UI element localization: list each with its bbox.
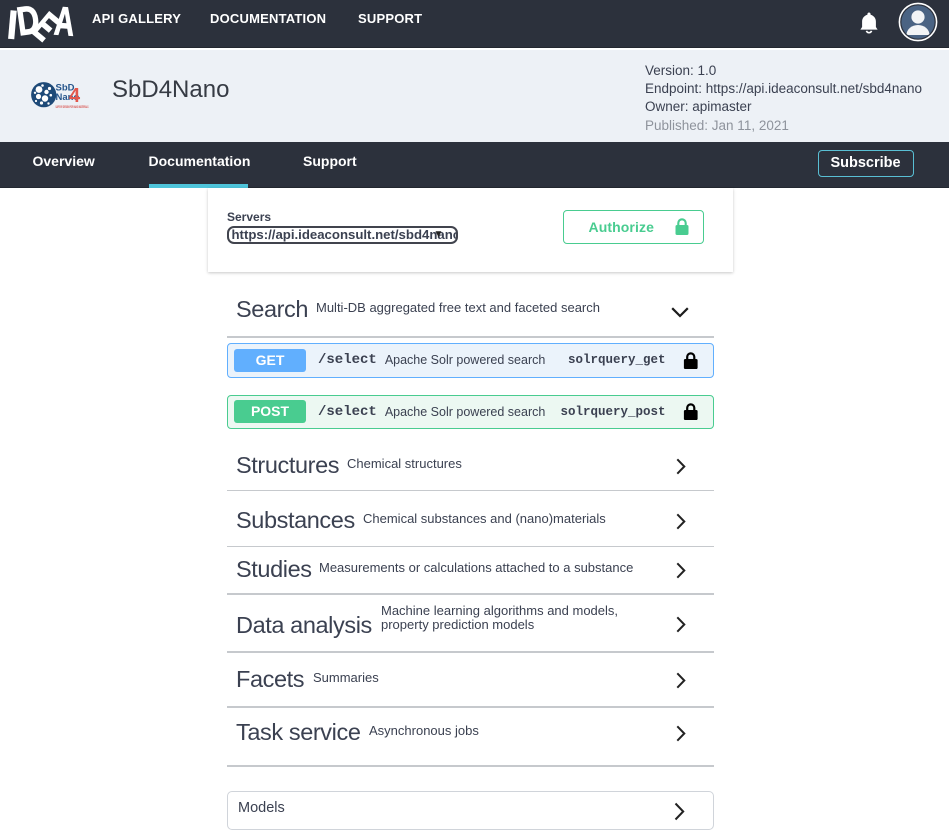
svg-text:SAFE BY DESIGN FOR NANO MATERI: SAFE BY DESIGN FOR NANO MATERIALS [56,105,89,109]
svg-text:A: A [53,0,76,44]
svg-text:4: 4 [69,85,81,107]
